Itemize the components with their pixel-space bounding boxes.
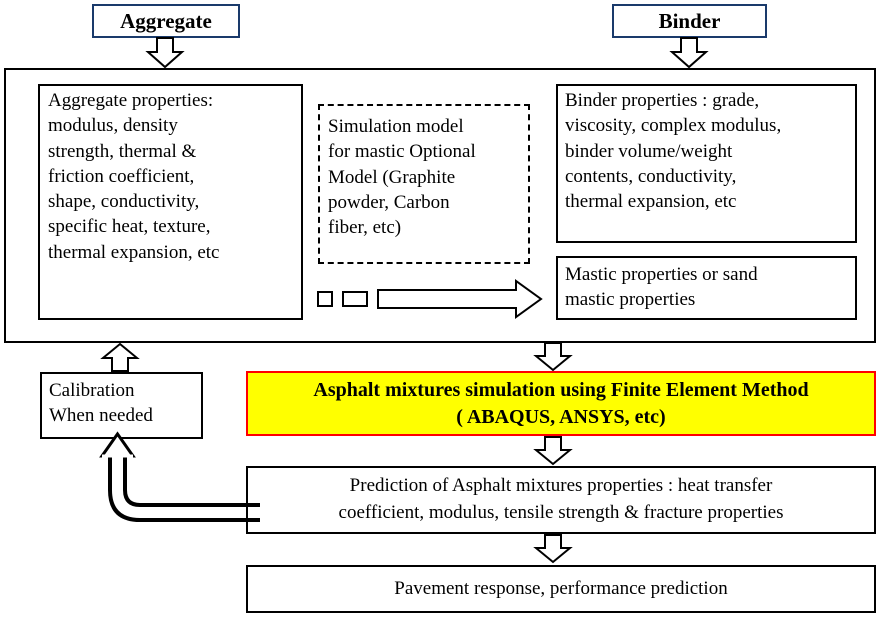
arrow-prediction-to-pavement	[533, 534, 573, 564]
arrow-to-mastic-right	[377, 279, 543, 319]
node-prediction-line2: coefficient, modulus, tensile strength &…	[338, 502, 784, 523]
node-pavement-response-label: Pavement response, performance predictio…	[394, 578, 728, 599]
node-mastic-properties-label: Mastic properties or sand mastic propert…	[565, 264, 758, 311]
node-simulation-model-label: Simulation model for mastic Optional Mod…	[328, 116, 476, 239]
marker-square-small	[317, 291, 333, 307]
node-pavement-response: Pavement response, performance predictio…	[246, 565, 876, 613]
diagram-canvas: Aggregate Binder Aggregate properties: m…	[0, 0, 883, 618]
arrow-aggregate-down	[145, 37, 185, 69]
node-prediction: Prediction of Asphalt mixtures propertie…	[246, 466, 876, 534]
node-aggregate: Aggregate	[92, 4, 240, 38]
arrow-calibration-up	[100, 342, 140, 372]
node-fem-simulation-line2: ( ABAQUS, ANSYS, etc)	[456, 405, 666, 428]
node-binder-properties-label: Binder properties : grade, viscosity, co…	[565, 90, 782, 213]
node-fem-simulation: Asphalt mixtures simulation using Finite…	[246, 371, 876, 436]
arrow-feedback-to-calibration	[99, 431, 260, 522]
node-prediction-line1: Prediction of Asphalt mixtures propertie…	[349, 475, 773, 497]
arrow-binder-down	[669, 37, 709, 69]
node-aggregate-label: Aggregate	[120, 8, 212, 33]
node-binder-label: Binder	[658, 8, 721, 33]
arrow-fem-to-prediction	[533, 436, 573, 466]
arrow-inputs-to-fem	[533, 342, 573, 372]
node-aggregate-properties-label: Aggregate properties: modulus, density s…	[48, 90, 220, 263]
node-fem-simulation-line1: Asphalt mixtures simulation using Finite…	[313, 378, 809, 401]
node-calibration-label: Calibration When needed	[49, 380, 153, 427]
marker-square-wide	[342, 291, 368, 307]
node-binder: Binder	[612, 4, 767, 38]
